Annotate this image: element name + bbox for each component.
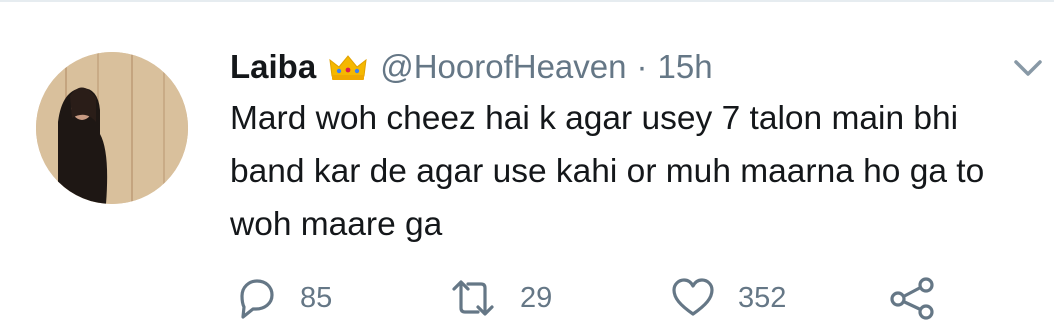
tweet-header: Laiba @HoorofHeaven · 15h [230, 44, 713, 90]
reply-button[interactable]: 85 [232, 276, 332, 320]
timestamp[interactable]: 15h [658, 48, 713, 86]
chevron-down-icon[interactable] [1010, 54, 1046, 82]
heart-icon [672, 278, 714, 316]
user-handle[interactable]: @HoorofHeaven [380, 48, 626, 86]
tweet-text: Mard woh cheez hai k agar usey 7 talon m… [230, 100, 985, 243]
top-divider [0, 0, 1054, 2]
share-button[interactable] [888, 276, 938, 320]
tweet-actions: 85 29 352 [230, 276, 990, 320]
retweet-count: 29 [520, 281, 553, 314]
crown-icon [329, 55, 367, 80]
avatar-photo [36, 52, 188, 204]
share-icon [890, 277, 934, 320]
retweet-button[interactable]: 29 [448, 276, 552, 320]
retweet-icon [452, 280, 494, 316]
reply-count: 85 [300, 281, 333, 314]
like-button[interactable]: 352 [670, 276, 786, 320]
avatar[interactable] [36, 52, 188, 204]
reply-icon [240, 279, 274, 319]
like-count: 352 [738, 281, 787, 314]
separator-dot: · [636, 48, 648, 85]
display-name[interactable]: Laiba [230, 48, 316, 86]
